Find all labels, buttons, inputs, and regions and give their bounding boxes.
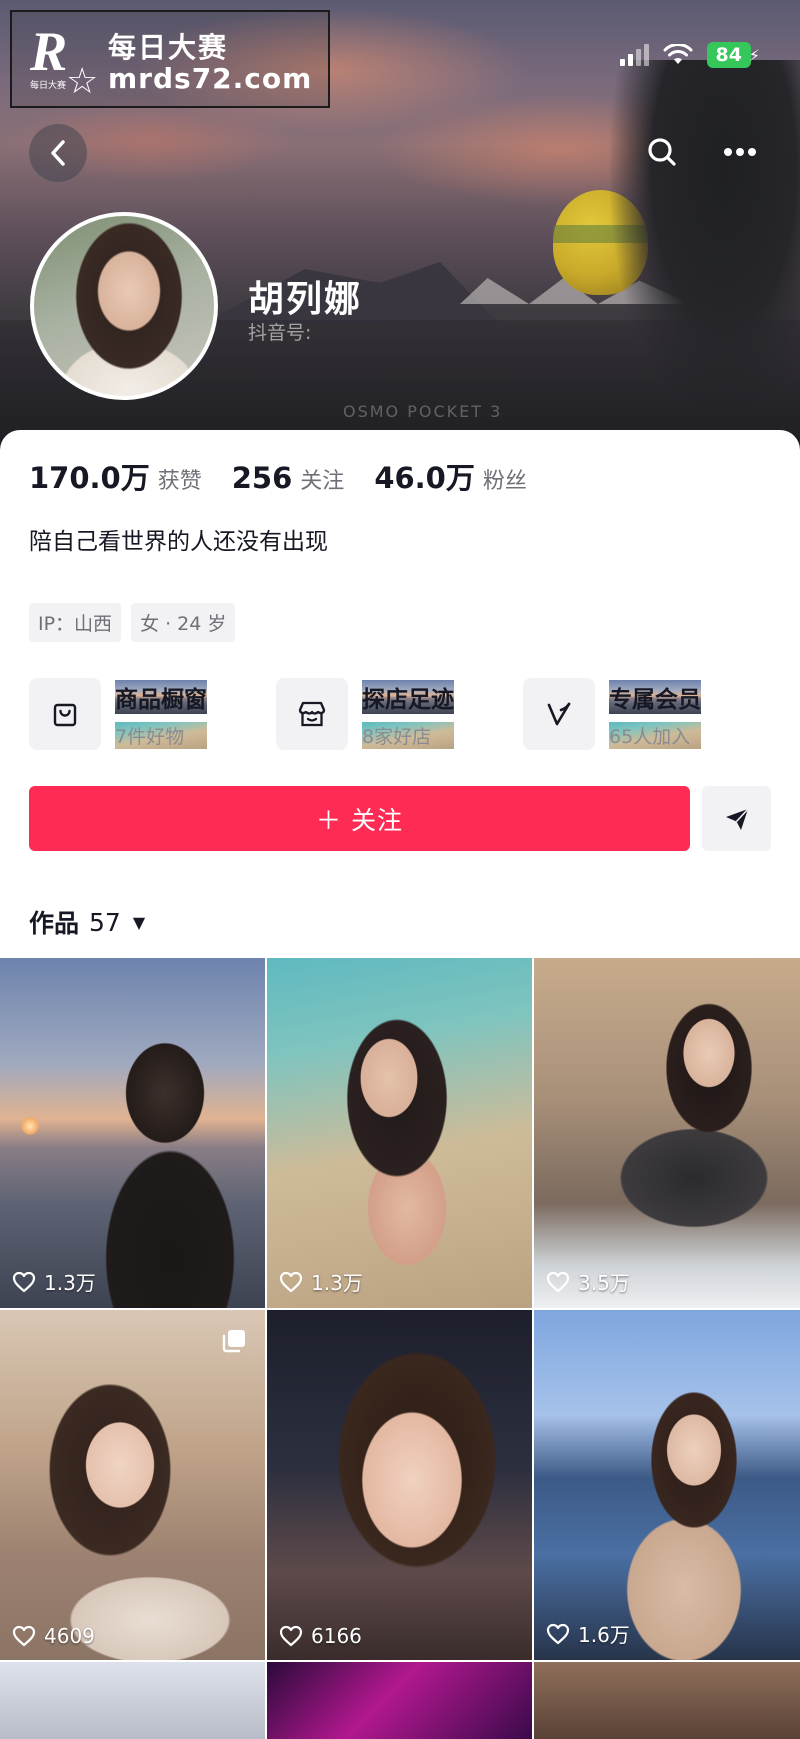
service-store-visits-subtitle: 8家好店 xyxy=(362,721,454,749)
status-bar: 84 ⚡ xyxy=(619,40,760,70)
video-tile[interactable]: 1.3万 xyxy=(267,958,532,1308)
service-product-window[interactable]: 商品橱窗 7件好物 xyxy=(29,678,276,750)
site-watermark: R ☆ 每日大赛 每日大赛 mrds72.com xyxy=(10,10,330,108)
video-like-count-text: 3.5万 xyxy=(578,1271,630,1295)
charging-bolt-icon: ⚡ xyxy=(748,45,760,65)
profile-tags: IP：山西 女 · 24 岁 xyxy=(29,603,236,642)
heart-outline-icon xyxy=(279,1271,303,1292)
heart-outline-icon xyxy=(12,1625,36,1647)
stat-following-value: 256 xyxy=(231,461,293,495)
stat-followers-value: 46.0万 xyxy=(374,461,475,495)
service-membership-title: 专属会员 xyxy=(609,679,701,714)
service-membership-subtitle: 65人加入 xyxy=(609,721,701,749)
heart-outline-icon xyxy=(12,1271,36,1292)
service-entries: 商品橱窗 7件好物 探店足迹 8家好店 专属会员 65人加入 xyxy=(29,678,771,750)
video-tile[interactable] xyxy=(534,1662,800,1739)
video-like-count-text: 1.6万 xyxy=(578,1623,630,1647)
stat-likes-label: 获赞 xyxy=(157,469,202,494)
video-like-count-text: 1.3万 xyxy=(311,1271,363,1295)
ip-location-tag: IP：山西 xyxy=(29,603,122,642)
camera-watermark: OSMO POCKET 3 xyxy=(343,402,503,421)
service-membership[interactable]: 专属会员 65人加入 xyxy=(523,678,770,750)
video-like-count-text: 6166 xyxy=(311,1624,362,1648)
heart-outline-icon xyxy=(279,1625,303,1647)
watermark-logo-letter: R xyxy=(30,21,68,83)
video-like-count: 1.6万 xyxy=(546,1619,630,1648)
stat-likes-value: 170.0万 xyxy=(29,461,150,495)
watermark-star-icon: ☆ xyxy=(66,61,99,102)
more-options-button[interactable] xyxy=(718,130,762,174)
wifi-icon xyxy=(663,44,693,64)
more-dots-icon xyxy=(724,148,756,156)
gender-age-tag: 女 · 24 岁 xyxy=(131,603,236,642)
video-tile[interactable]: 6166 xyxy=(267,1310,532,1660)
store-icon xyxy=(276,678,348,750)
battery-level: 84 xyxy=(706,42,751,68)
video-tile[interactable] xyxy=(267,1662,532,1739)
works-count: 57 xyxy=(89,907,121,937)
shopping-bag-icon xyxy=(29,678,101,750)
works-tab[interactable]: 作品 57 ▼ xyxy=(29,904,145,940)
profile-stats: 170.0万 获赞 256 关注 46.0万 粉丝 xyxy=(29,455,557,497)
service-store-visits[interactable]: 探店足迹 8家好店 xyxy=(276,678,523,750)
follow-button[interactable]: ＋ 关注 xyxy=(29,786,690,851)
stat-following-label: 关注 xyxy=(300,469,345,494)
caret-down-icon: ▼ xyxy=(132,912,146,932)
search-button[interactable] xyxy=(640,130,684,174)
chevron-left-icon xyxy=(51,140,65,166)
stat-followers[interactable]: 46.0万 粉丝 xyxy=(374,455,527,497)
stat-followers-label: 粉丝 xyxy=(482,469,527,494)
heart-outline-icon xyxy=(546,1623,570,1644)
stat-likes[interactable]: 170.0万 获赞 xyxy=(29,455,202,497)
video-like-count-text: 1.3万 xyxy=(44,1271,96,1295)
video-tile[interactable]: 4609 xyxy=(0,1310,265,1660)
send-message-button[interactable] xyxy=(702,786,771,851)
video-tile[interactable] xyxy=(0,1662,265,1739)
multi-image-icon xyxy=(222,1330,245,1353)
video-tile[interactable]: 1.6万 xyxy=(534,1310,800,1660)
heart-outline-icon xyxy=(546,1271,570,1292)
video-grid: 1.3万 1.3万 3.5万 4609 6166 1.6万 xyxy=(0,958,800,1739)
video-tile[interactable]: 1.3万 xyxy=(0,958,265,1308)
service-store-visits-title: 探店足迹 xyxy=(362,679,454,714)
search-icon xyxy=(648,138,676,166)
video-like-count: 6166 xyxy=(279,1624,362,1648)
back-button[interactable] xyxy=(29,124,87,182)
video-like-count-text: 4609 xyxy=(44,1624,95,1648)
video-tile[interactable]: 3.5万 xyxy=(534,958,800,1308)
video-like-count: 1.3万 xyxy=(12,1267,96,1296)
watermark-logo-small: 每日大赛 xyxy=(30,81,67,91)
profile-bio: 陪自己看世界的人还没有出现 xyxy=(29,529,328,555)
avatar[interactable] xyxy=(30,212,218,400)
service-product-window-subtitle: 7件好物 xyxy=(115,721,207,749)
works-tab-label: 作品 xyxy=(29,909,80,938)
video-like-count: 1.3万 xyxy=(279,1267,363,1296)
video-like-count: 3.5万 xyxy=(546,1267,630,1296)
battery-indicator: 84 ⚡ xyxy=(706,42,760,68)
service-product-window-title: 商品橱窗 xyxy=(115,679,207,714)
douyin-id-label[interactable]: 抖音号: xyxy=(248,318,311,345)
profile-name: 胡列娜 xyxy=(248,279,363,320)
watermark-url: mrds72.com xyxy=(108,62,313,95)
paper-plane-icon xyxy=(725,807,749,830)
stat-following[interactable]: 256 关注 xyxy=(232,461,345,495)
vip-icon xyxy=(523,678,595,750)
profile-card: 170.0万 获赞 256 关注 46.0万 粉丝 陪自己看世界的人还没有出现 … xyxy=(0,430,800,1739)
cellular-signal-icon xyxy=(619,44,649,66)
watermark-brand: 每日大赛 xyxy=(108,31,229,64)
video-like-count: 4609 xyxy=(12,1624,95,1648)
